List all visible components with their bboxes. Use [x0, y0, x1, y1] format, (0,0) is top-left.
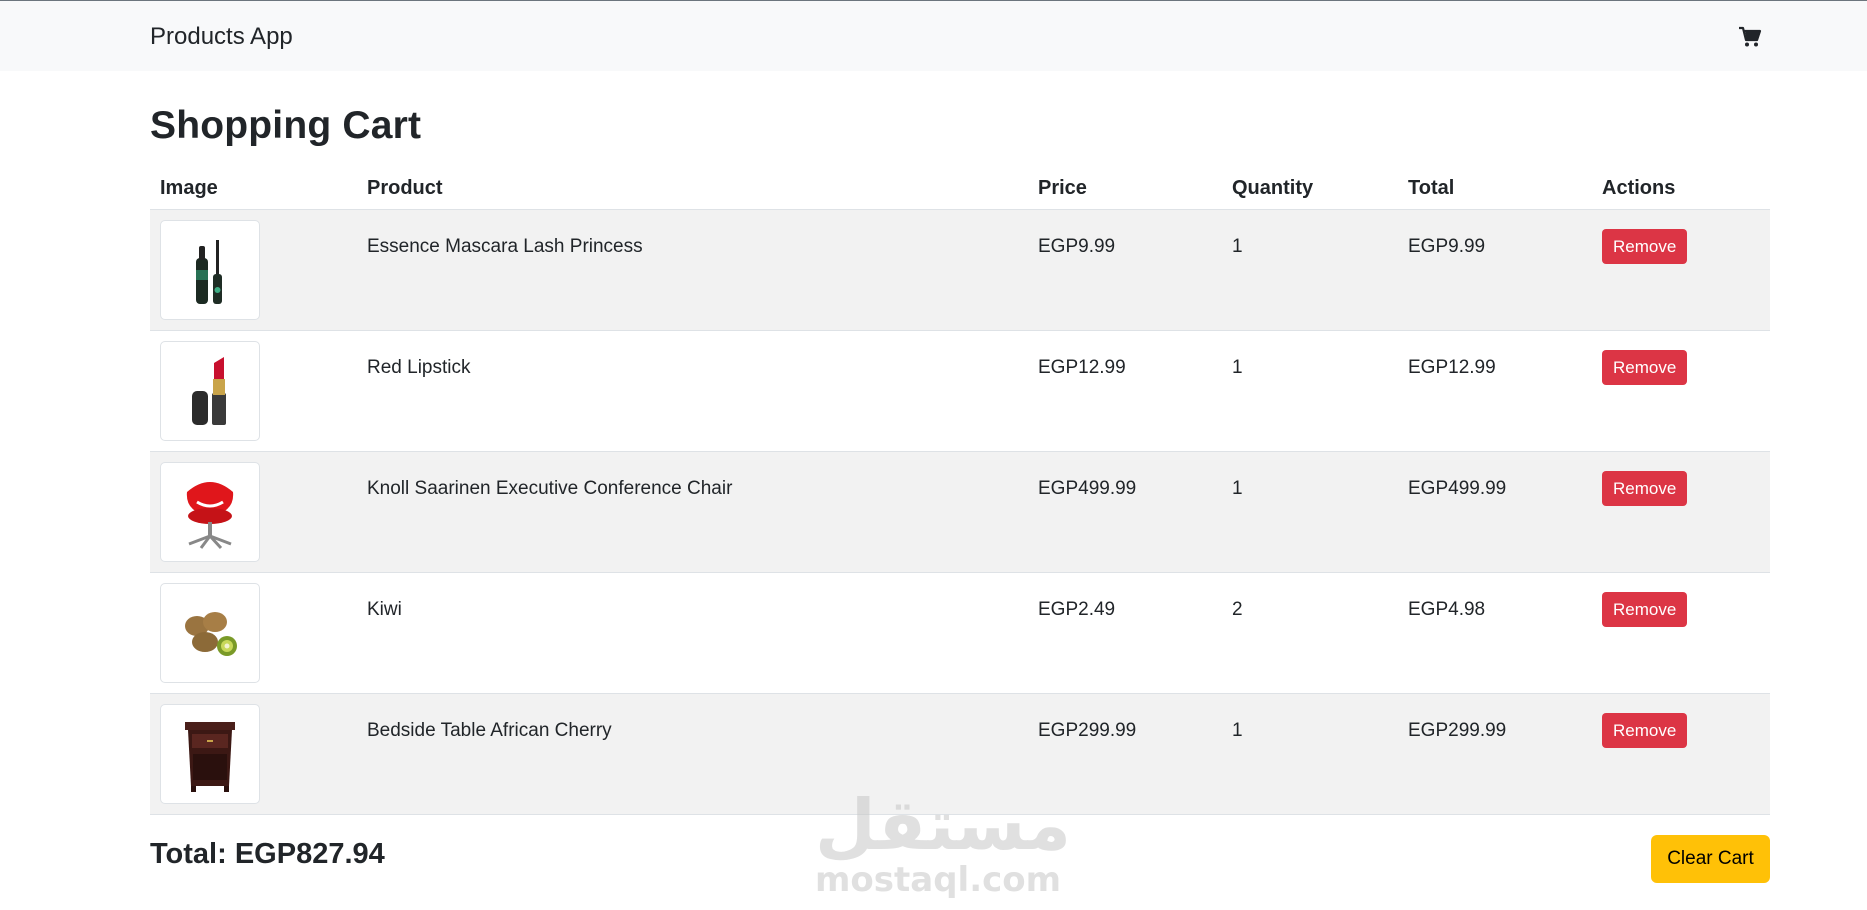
product-total: EGP299.99: [1398, 693, 1592, 815]
column-header-quantity: Quantity: [1222, 168, 1398, 210]
product-name: Knoll Saarinen Executive Conference Chai…: [357, 451, 1028, 573]
brand-link[interactable]: Products App: [150, 23, 293, 51]
product-total: EGP12.99: [1398, 330, 1592, 452]
page-title: Shopping Cart: [150, 104, 422, 147]
watermark-latin: mostaql.com: [815, 860, 1062, 900]
column-header-total: Total: [1398, 168, 1592, 210]
remove-button[interactable]: Remove: [1602, 228, 1688, 264]
product-price: EGP9.99: [1028, 209, 1222, 331]
table-header-row: Image Product Price Quantity Total Actio…: [150, 168, 1770, 210]
navbar: Products App: [0, 0, 1867, 71]
product-total: EGP9.99: [1398, 209, 1592, 331]
product-price: EGP499.99: [1028, 451, 1222, 573]
watermark-arabic: مستقل: [815, 784, 1072, 866]
product-quantity: 1: [1222, 330, 1398, 452]
product-total: EGP499.99: [1398, 451, 1592, 573]
kiwi-image: [160, 582, 260, 683]
remove-button[interactable]: Remove: [1602, 349, 1688, 385]
cart-table: Image Product Price Quantity Total Actio…: [150, 168, 1770, 815]
watermark: مستقل mostaql.com: [815, 784, 1072, 900]
chair-image: [160, 461, 260, 562]
column-header-price: Price: [1028, 168, 1222, 210]
product-name: Red Lipstick: [357, 330, 1028, 452]
product-quantity: 1: [1222, 693, 1398, 815]
column-header-product: Product: [357, 168, 1028, 210]
product-name: Essence Mascara Lash Princess: [357, 209, 1028, 331]
cart-icon[interactable]: [1738, 26, 1762, 48]
table-row: Red Lipstick EGP12.99 1 EGP12.99 Remove: [150, 330, 1770, 452]
product-price: EGP2.49: [1028, 572, 1222, 694]
column-header-image: Image: [150, 168, 357, 210]
lipstick-image: [160, 340, 260, 441]
product-quantity: 2: [1222, 572, 1398, 694]
clear-cart-button[interactable]: Clear Cart: [1651, 835, 1770, 883]
product-name: Kiwi: [357, 572, 1028, 694]
product-quantity: 1: [1222, 451, 1398, 573]
product-quantity: 1: [1222, 209, 1398, 331]
column-header-actions: Actions: [1592, 168, 1770, 210]
product-total: EGP4.98: [1398, 572, 1592, 694]
table-row: Kiwi EGP2.49 2 EGP4.98 Remove: [150, 572, 1770, 694]
bedside-table-image: [160, 703, 260, 804]
mascara-image: [160, 219, 260, 320]
remove-button[interactable]: Remove: [1602, 470, 1688, 506]
table-row: Knoll Saarinen Executive Conference Chai…: [150, 451, 1770, 573]
remove-button[interactable]: Remove: [1602, 712, 1688, 748]
product-price: EGP12.99: [1028, 330, 1222, 452]
remove-button[interactable]: Remove: [1602, 591, 1688, 627]
cart-total: Total: EGP827.94: [150, 838, 385, 870]
table-row: Essence Mascara Lash Princess EGP9.99 1 …: [150, 209, 1770, 331]
